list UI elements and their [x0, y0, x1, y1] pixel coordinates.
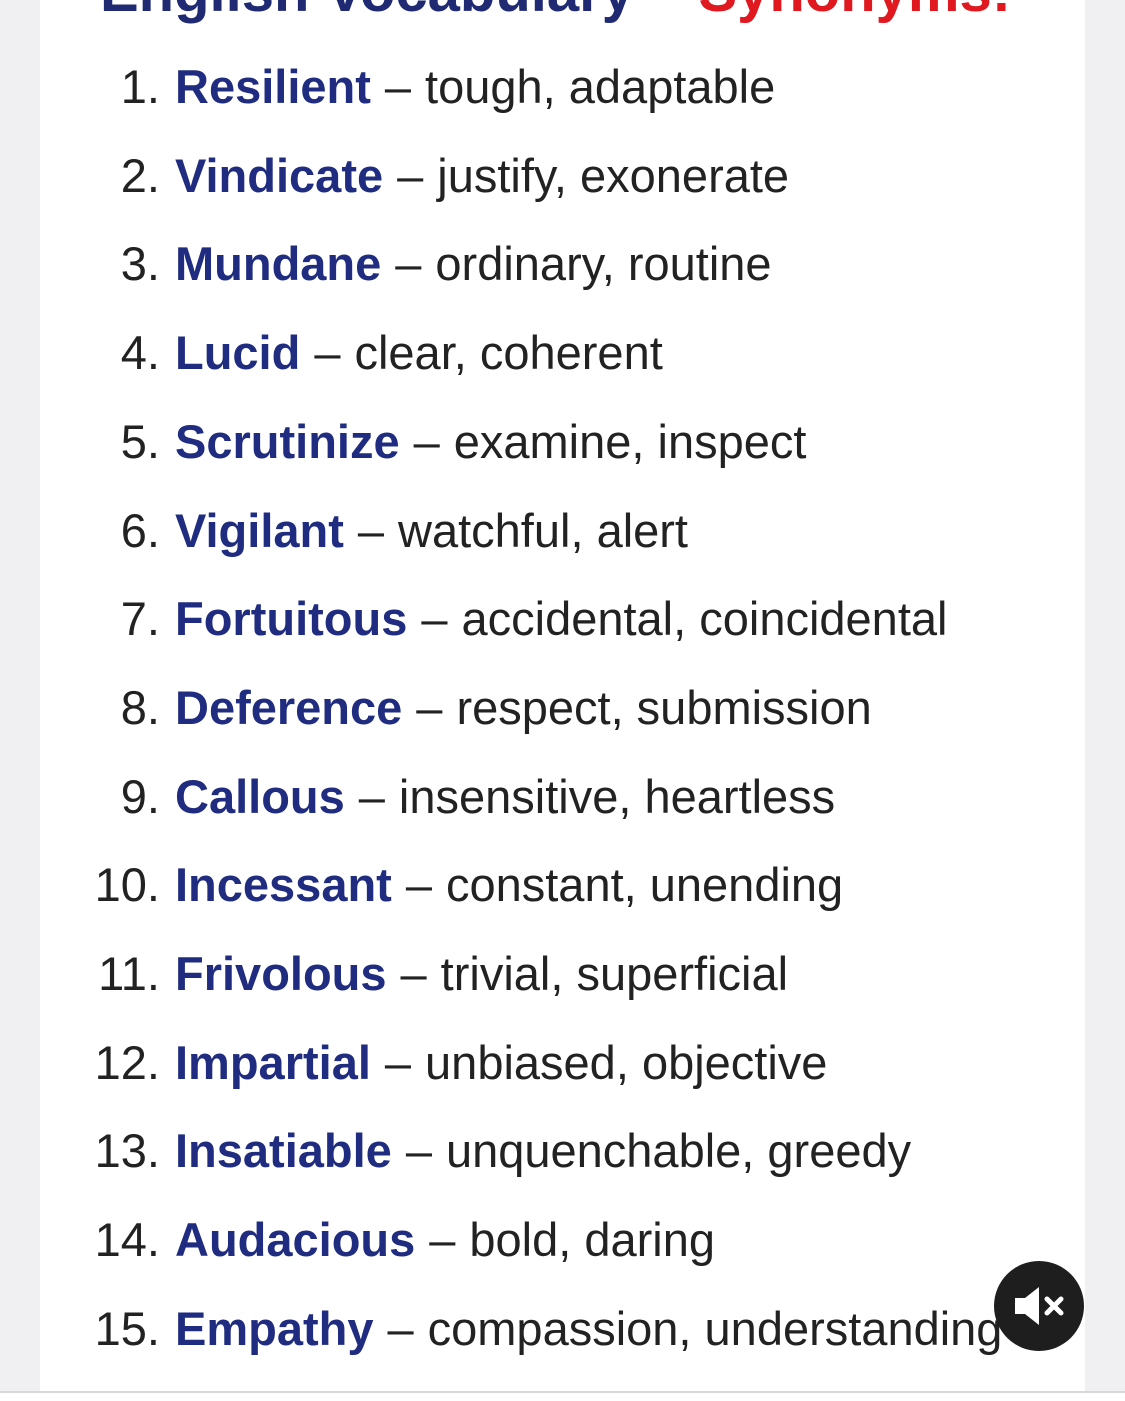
list-item: 7. Fortuitous – accidental, coincidental: [40, 574, 1085, 663]
list-item: 14. Audacious – bold, daring: [40, 1195, 1085, 1284]
item-number: 4.: [120, 326, 160, 380]
synonyms-text: accidental, coincidental: [461, 592, 948, 646]
synonyms-text: justify, exonerate: [437, 148, 790, 202]
list-item: 5. Scrutinize – examine, inspect: [40, 397, 1085, 486]
item-number: 13.: [94, 1124, 160, 1178]
speaker-muted-icon: [1015, 1287, 1064, 1325]
mute-button[interactable]: [994, 1261, 1084, 1351]
separator-dash: –: [397, 148, 424, 202]
synonyms-text: compassion, understanding: [427, 1301, 1003, 1355]
list-item: 4. Lucid – clear, coherent: [40, 308, 1085, 397]
vocab-word: Fortuitous: [175, 592, 408, 646]
vocab-word: Insatiable: [175, 1124, 392, 1178]
vocab-word: Resilient: [175, 60, 371, 113]
synonyms-text: clear, coherent: [354, 326, 663, 380]
synonyms-text: unquenchable, greedy: [445, 1124, 912, 1178]
separator-dash: –: [400, 947, 427, 1000]
list-item: 1. Resilient – tough, adaptable: [40, 42, 1085, 131]
list-item: 6. Vigilant – watchful, alert: [40, 486, 1085, 575]
separator-dash: –: [314, 326, 341, 380]
item-number: 14.: [94, 1213, 160, 1267]
separator-dash: –: [384, 60, 412, 113]
vocab-word: Empathy: [175, 1301, 374, 1355]
vocabulary-card: English Vocabulary – Synonyms: 1. Resilie…: [40, 0, 1085, 1392]
vocab-word: Deference: [175, 680, 403, 734]
list-item: 13. Insatiable – unquenchable, greedy: [40, 1106, 1085, 1195]
list-item: 2. Vindicate – justify, exonerate: [40, 131, 1085, 220]
synonyms-text: watchful, alert: [398, 503, 688, 557]
vocab-word: Frivolous: [175, 947, 387, 1000]
separator-dash: –: [395, 237, 422, 291]
item-number: 3.: [120, 237, 160, 291]
list-item: 10. Incessant – constant, unending: [40, 840, 1085, 929]
vocab-word: Incessant: [175, 858, 392, 912]
synonyms-text: ordinary, routine: [435, 237, 772, 291]
item-number: 1.: [120, 60, 160, 113]
item-number: 8.: [120, 680, 160, 734]
list-item: 15. Empathy – compassion, understanding: [40, 1284, 1085, 1373]
synonyms-text: examine, inspect: [453, 414, 807, 468]
item-number: 6.: [120, 503, 160, 557]
synonyms-text: tough, adaptable: [425, 60, 776, 113]
item-number: 15.: [94, 1301, 160, 1355]
separator-dash: –: [429, 1213, 456, 1267]
synonyms-text: insensitive, heartless: [398, 769, 836, 823]
separator-dash: –: [421, 592, 448, 646]
vocab-word: Mundane: [175, 237, 382, 291]
synonyms-text: bold, daring: [469, 1213, 716, 1267]
divider: [0, 1391, 1125, 1393]
synonyms-text: constant, unending: [445, 858, 844, 912]
item-number: 10.: [94, 858, 160, 912]
separator-dash: –: [357, 503, 385, 557]
separator-dash: –: [358, 769, 385, 823]
item-number: 7.: [120, 592, 160, 646]
item-number: 9.: [120, 769, 160, 823]
synonyms-text: unbiased, objective: [425, 1035, 828, 1089]
vocab-word: Callous: [175, 769, 345, 823]
vocab-word: Scrutinize: [175, 414, 400, 468]
vocab-word: Vindicate: [175, 148, 384, 202]
synonyms-text: respect, submission: [456, 680, 872, 734]
item-number: 12.: [94, 1035, 160, 1089]
vocab-word: Impartial: [175, 1035, 371, 1089]
list-item: 8. Deference – respect, submission: [40, 663, 1085, 752]
vocab-word: Lucid: [175, 326, 301, 380]
separator-dash: –: [387, 1301, 414, 1355]
separator-dash: –: [384, 1035, 412, 1089]
separator-dash: –: [413, 414, 440, 468]
item-number: 5.: [120, 414, 160, 468]
title-accent: Synonyms:: [698, 0, 1011, 24]
vocab-word: Audacious: [175, 1213, 416, 1267]
vocab-word: Vigilant: [175, 503, 344, 557]
separator-dash: –: [405, 1124, 432, 1178]
list-item: 9. Callous – insensitive, heartless: [40, 752, 1085, 841]
list-item: 11. Frivolous – trivial, superficial: [40, 929, 1085, 1018]
item-number: 2.: [120, 148, 160, 202]
separator-dash: –: [416, 680, 443, 734]
title-main: English Vocabulary –: [100, 0, 698, 24]
separator-dash: –: [405, 858, 432, 912]
list-item: 12. Impartial – unbiased, objective: [40, 1018, 1085, 1107]
synonyms-text: trivial, superficial: [440, 947, 789, 1000]
item-number: 11.: [98, 947, 160, 1000]
page-title: English Vocabulary – Synonyms:: [100, 0, 1011, 25]
list-item: 3. Mundane – ordinary, routine: [40, 219, 1085, 308]
